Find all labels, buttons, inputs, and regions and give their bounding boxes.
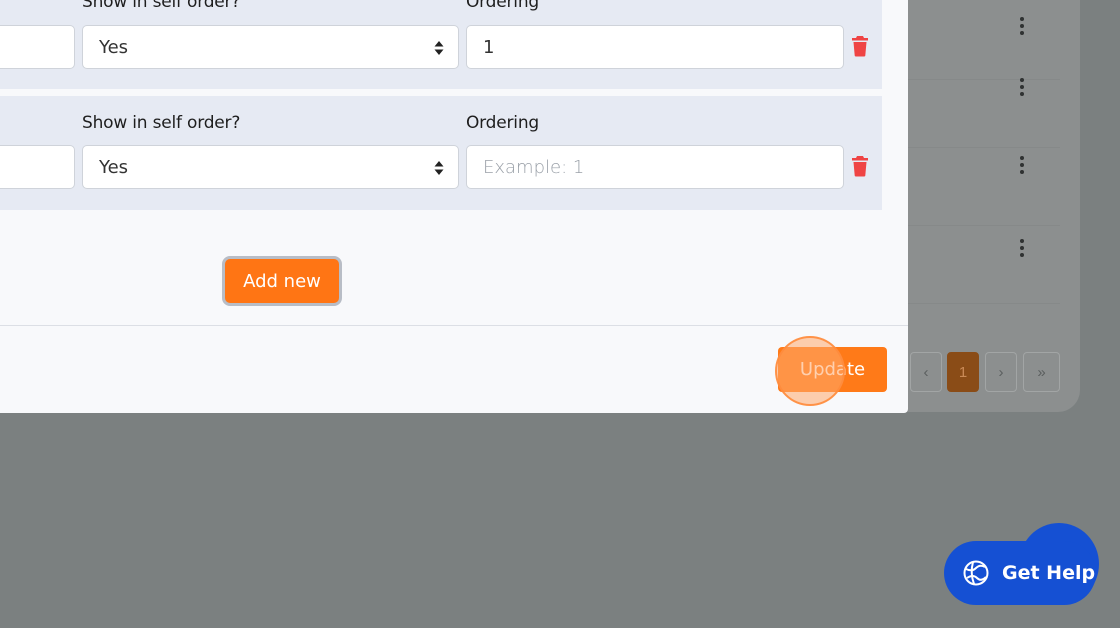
update-button[interactable]: Update [778, 347, 887, 392]
sort-arrows-icon [434, 41, 444, 55]
more-menu-icon[interactable] [1018, 156, 1026, 174]
select-value: Yes [99, 156, 129, 178]
show-in-self-order-select[interactable]: Yes [82, 145, 459, 189]
pagination-next[interactable]: › [985, 352, 1017, 392]
footer-divider [0, 325, 908, 326]
pagination-current-page[interactable]: 1 [947, 352, 979, 392]
option-row: Show in self order? Ordering Yes Example… [0, 96, 882, 210]
pagination-prev[interactable]: ‹ [910, 352, 942, 392]
show-in-self-order-label: Show in self order? [82, 0, 241, 12]
pagination-last[interactable]: » [1023, 352, 1060, 392]
name-field[interactable] [0, 145, 75, 189]
edit-modal: Show in self order? Ordering Yes 1 Show … [0, 0, 908, 413]
globe-icon [963, 560, 989, 586]
ordering-label: Ordering [466, 113, 539, 133]
trash-icon[interactable] [851, 155, 869, 177]
get-help-button[interactable]: Get Help [944, 541, 1096, 605]
ordering-input[interactable]: Example: 1 [466, 145, 844, 189]
more-menu-icon[interactable] [1018, 78, 1026, 96]
ordering-input[interactable]: 1 [466, 25, 844, 69]
add-new-button[interactable]: Add new [222, 256, 342, 306]
more-menu-icon[interactable] [1018, 17, 1026, 35]
ordering-value: 1 [483, 36, 495, 58]
show-in-self-order-select[interactable]: Yes [82, 25, 459, 69]
ordering-label: Ordering [466, 0, 539, 12]
ordering-placeholder: Example: 1 [483, 156, 585, 178]
trash-icon[interactable] [851, 35, 869, 57]
get-help-label: Get Help [1002, 562, 1096, 584]
name-field[interactable] [0, 25, 75, 69]
sort-arrows-icon [434, 161, 444, 175]
option-row: Show in self order? Ordering Yes 1 [0, 0, 882, 89]
more-menu-icon[interactable] [1018, 239, 1026, 257]
show-in-self-order-label: Show in self order? [82, 113, 241, 133]
select-value: Yes [99, 36, 129, 58]
